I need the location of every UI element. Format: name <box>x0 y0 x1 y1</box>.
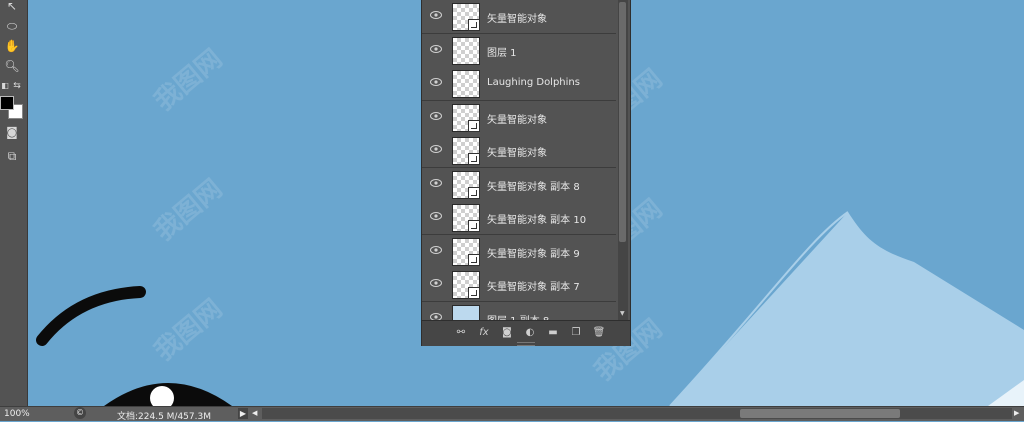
layers-scroll-thumb[interactable] <box>619 2 626 242</box>
horizontal-scroll-thumb[interactable] <box>740 409 900 418</box>
foreground-color-swatch[interactable] <box>0 96 14 110</box>
visibility-eye-icon[interactable] <box>430 178 442 187</box>
visibility-eye-icon[interactable] <box>430 212 442 220</box>
document-size: 文档:224.5 M/457.3M <box>117 412 211 422</box>
layers-panel: 矢量智能对象 图层 1 Laughing Dolphins 矢量智能对象 矢量智能对象矢… <box>421 0 631 346</box>
proof-icon[interactable]: © <box>74 407 86 419</box>
layer-thumbnail[interactable] <box>452 36 480 65</box>
new-layer-icon[interactable]: ❐ <box>569 326 583 340</box>
status-bar: 100% © 文档:224.5 M/457.3M ▶ ◀ ▶ <box>0 406 1024 422</box>
smart-object-badge-icon <box>468 186 480 199</box>
folder-icon[interactable]: ▬ <box>546 326 560 340</box>
scroll-down-icon[interactable]: ▼ <box>620 310 625 317</box>
layer-name[interactable]: Laughing Dolphins <box>487 77 580 88</box>
layer-row[interactable]: 矢量智能对象 <box>422 0 616 34</box>
layer-name[interactable]: 矢量智能对象 副本 9 <box>487 245 580 260</box>
screen-mode-icon[interactable]: ⧉ <box>3 148 21 164</box>
visibility-eye-icon[interactable] <box>430 245 442 254</box>
scroll-left-arrow[interactable]: ◀ <box>252 409 257 417</box>
layer-thumbnail[interactable] <box>452 237 480 266</box>
hand-tool-icon[interactable]: ✋ <box>3 38 21 54</box>
visibility-eye-icon[interactable] <box>430 78 442 86</box>
layer-thumbnail[interactable] <box>452 137 480 165</box>
layer-row[interactable]: 矢量智能对象 副本 8 <box>422 167 616 202</box>
visibility-eye-icon[interactable] <box>430 44 442 53</box>
fx-icon[interactable]: fx <box>477 326 491 340</box>
smart-object-badge-icon <box>468 220 480 232</box>
layer-row[interactable]: 矢量智能对象 <box>422 134 616 168</box>
layer-thumbnail[interactable] <box>452 70 480 98</box>
visibility-eye-icon[interactable] <box>430 11 442 19</box>
panel-resize-grip[interactable] <box>517 342 535 346</box>
trash-icon[interactable]: 🗑︎ <box>592 326 606 340</box>
adjustment-icon[interactable]: ◐ <box>523 326 537 340</box>
quick-mask-icon[interactable]: ◙ <box>3 124 21 140</box>
mask-icon[interactable]: ◙ <box>500 326 514 340</box>
layers-panel-footer: ⚯ fx ◙ ◐ ▬ ❐ 🗑︎ <box>422 320 630 346</box>
swap-colors-icon[interactable]: ⇆ <box>11 78 23 94</box>
visibility-eye-icon[interactable] <box>430 145 442 153</box>
smart-object-badge-icon <box>468 253 480 266</box>
layer-thumbnail[interactable] <box>452 3 480 31</box>
layer-thumbnail[interactable] <box>452 204 480 232</box>
visibility-eye-icon[interactable] <box>430 111 442 120</box>
tools-panel: ↖ ⬭ ✋ 🔍︎ ◧ ⇆ ◙ ⧉ <box>0 0 28 406</box>
smart-object-badge-icon <box>468 19 480 31</box>
layer-name[interactable]: 图层 1 <box>487 44 517 59</box>
layer-row[interactable]: 矢量智能对象 副本 7 <box>422 268 616 302</box>
smart-object-badge-icon <box>468 287 480 299</box>
layer-name[interactable]: 矢量智能对象 <box>487 144 547 159</box>
layer-name[interactable]: 矢量智能对象 <box>487 111 547 126</box>
link-icon[interactable]: ⚯ <box>454 326 468 340</box>
default-colors-icon[interactable]: ◧ <box>0 78 10 94</box>
layer-row[interactable]: 矢量智能对象 <box>422 100 616 135</box>
layer-thumbnail[interactable] <box>452 170 480 199</box>
smart-object-badge-icon <box>468 153 480 165</box>
scroll-right-arrow[interactable]: ▶ <box>1014 409 1019 417</box>
layer-row[interactable]: 图层 1 <box>422 33 616 68</box>
layer-row[interactable]: 矢量智能对象 副本 10 <box>422 201 616 235</box>
layer-name[interactable]: 矢量智能对象 副本 8 <box>487 178 580 193</box>
smart-object-badge-icon <box>468 119 480 132</box>
layer-name[interactable]: 矢量智能对象 <box>487 10 547 25</box>
status-menu-arrow[interactable]: ▶ <box>238 408 248 419</box>
ellipse-tool-icon[interactable]: ⬭ <box>3 18 21 34</box>
layer-thumbnail[interactable] <box>452 103 480 132</box>
zoom-tool-icon[interactable]: 🔍︎ <box>3 58 21 74</box>
zoom-level[interactable]: 100% <box>4 409 30 419</box>
layer-name[interactable]: 矢量智能对象 副本 7 <box>487 278 580 293</box>
visibility-eye-icon[interactable] <box>430 279 442 287</box>
direct-select-icon[interactable]: ↖ <box>3 0 21 14</box>
layer-thumbnail[interactable] <box>452 271 480 299</box>
layer-row[interactable]: 矢量智能对象 副本 9 <box>422 234 616 269</box>
layer-name[interactable]: 矢量智能对象 副本 10 <box>487 211 586 226</box>
layer-row[interactable]: Laughing Dolphins <box>422 67 616 101</box>
